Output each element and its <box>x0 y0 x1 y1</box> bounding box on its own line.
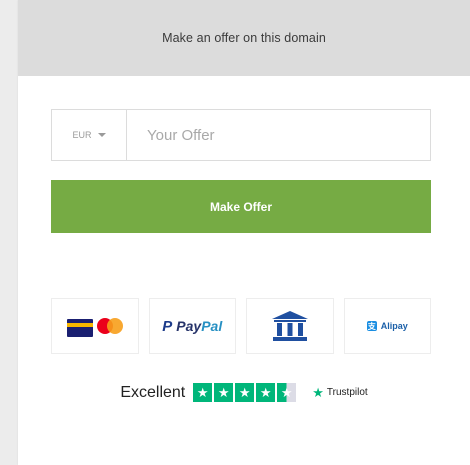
alipay-icon: 支 <box>366 321 377 331</box>
payment-alipay: 支 Alipay <box>343 298 431 354</box>
star-icon: ★ <box>214 383 234 402</box>
payment-visa-mastercard <box>51 298 139 354</box>
offer-amount-input[interactable] <box>127 110 430 160</box>
trustpilot-stars: ★ ★ ★ ★ ★ <box>193 383 297 402</box>
bank-icon <box>271 311 308 341</box>
visa-mastercard-icon <box>66 318 123 337</box>
star-icon: ★ <box>235 383 255 402</box>
trustpilot-rating: Excellent ★ ★ ★ ★ ★ ★ Trustpilot <box>18 383 470 402</box>
offer-input-row: EUR <box>51 109 431 161</box>
trustpilot-label: Trustpilot <box>326 387 368 398</box>
rating-text: Excellent <box>120 383 186 401</box>
offer-header: Make an offer on this domain <box>18 0 470 76</box>
payment-methods: P PayPal 支 Alipay <box>51 298 431 354</box>
currency-value: EUR <box>72 130 92 140</box>
payment-bank-transfer <box>246 298 334 354</box>
offer-card: Make an offer on this domain EUR Make Of… <box>18 0 470 465</box>
header-title: Make an offer on this domain <box>162 31 326 45</box>
trustpilot-logo: ★ Trustpilot <box>312 385 367 401</box>
star-icon: ★ <box>256 383 276 402</box>
paypal-logo-text: PayPal <box>176 318 223 334</box>
make-offer-button[interactable]: Make Offer <box>51 180 431 233</box>
alipay-label: Alipay <box>380 321 408 331</box>
paypal-p-icon: P <box>162 317 173 335</box>
payment-paypal: P PayPal <box>148 298 236 354</box>
currency-select[interactable]: EUR <box>52 110 127 160</box>
chevron-down-icon <box>97 133 106 137</box>
star-half-icon: ★ <box>277 383 297 402</box>
alipay-logo: 支 Alipay <box>366 321 408 331</box>
trustpilot-star-icon: ★ <box>312 384 324 400</box>
star-icon: ★ <box>193 383 213 402</box>
